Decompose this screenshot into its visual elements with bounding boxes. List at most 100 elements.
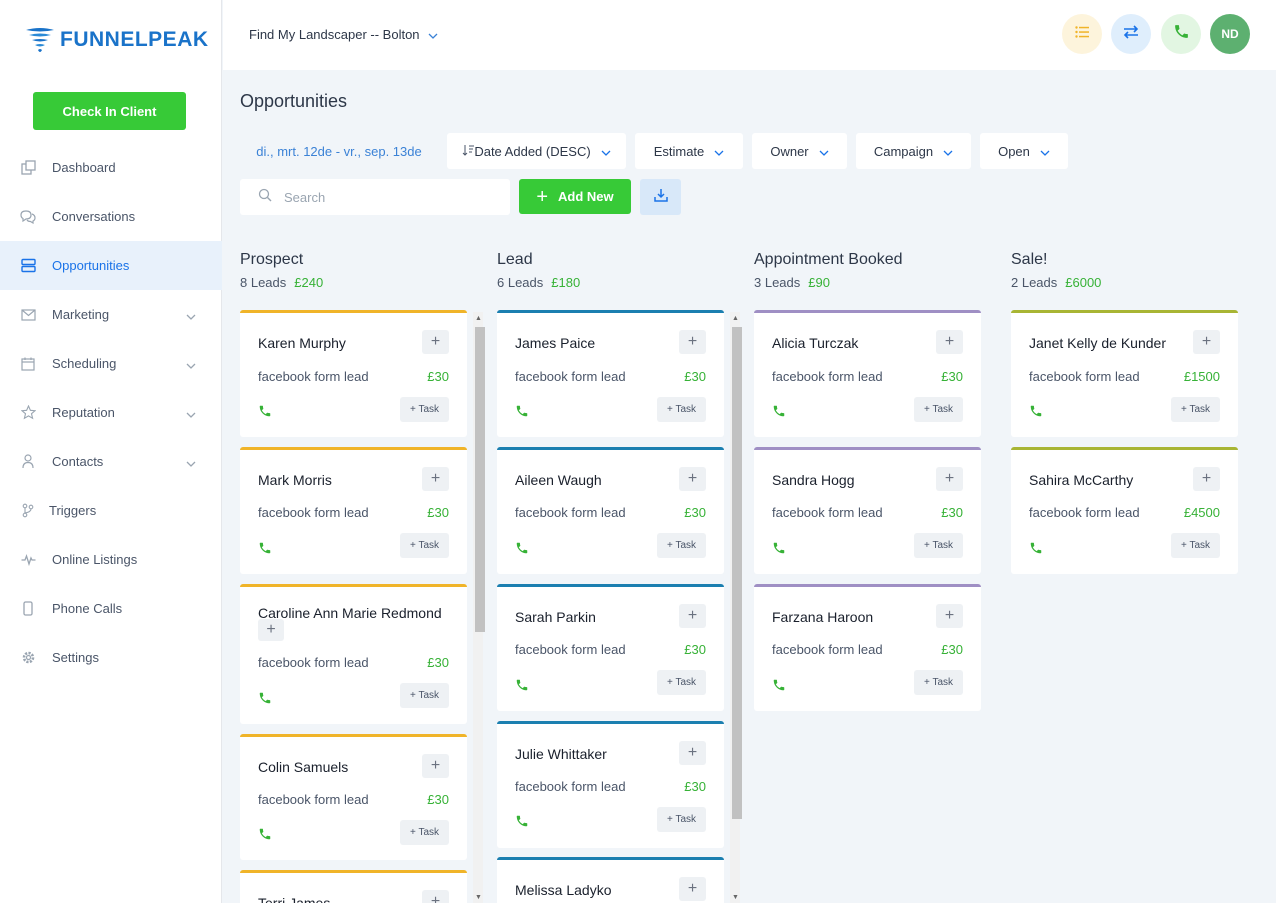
phone-icon[interactable]: [1029, 404, 1043, 418]
scroll-down-icon[interactable]: ▼: [475, 894, 482, 901]
add-button[interactable]: +: [1193, 330, 1220, 354]
contact-name[interactable]: Alicia Turczak: [772, 335, 858, 351]
lead-scrollbar[interactable]: ▲ ▼: [730, 312, 742, 903]
add-task-button[interactable]: + Task: [657, 670, 706, 695]
opportunity-card[interactable]: Farzana Haroon + facebook form lead £30 …: [754, 584, 981, 711]
add-button[interactable]: +: [679, 467, 706, 491]
opportunity-card[interactable]: Sandra Hogg + facebook form lead £30 + T…: [754, 447, 981, 574]
opportunity-card[interactable]: James Paice + facebook form lead £30 + T…: [497, 310, 724, 437]
scroll-thumb[interactable]: [475, 327, 485, 632]
add-task-button[interactable]: + Task: [400, 820, 449, 845]
search-box[interactable]: [240, 179, 510, 215]
chevron-down-icon[interactable]: [186, 406, 196, 421]
sidebar-item-marketing[interactable]: Marketing: [0, 290, 222, 339]
add-task-button[interactable]: + Task: [914, 397, 963, 422]
add-button[interactable]: +: [936, 467, 963, 491]
add-button[interactable]: +: [679, 741, 706, 765]
phone-icon[interactable]: [515, 678, 529, 692]
date-range-picker[interactable]: di., mrt. 12de - vr., sep. 13de: [240, 133, 438, 169]
sidebar-item-online-listings[interactable]: Online Listings: [0, 535, 222, 584]
sort-dropdown[interactable]: Date Added (DESC): [447, 133, 626, 169]
location-switcher[interactable]: Find My Landscaper -- Bolton: [249, 27, 438, 42]
opportunity-card[interactable]: Julie Whittaker + facebook form lead £30…: [497, 721, 724, 848]
opportunity-card[interactable]: Mark Morris + facebook form lead £30 + T…: [240, 447, 467, 574]
opportunity-card[interactable]: Melissa Ladyko +: [497, 857, 724, 903]
opportunity-card[interactable]: Aileen Waugh + facebook form lead £30 + …: [497, 447, 724, 574]
add-task-button[interactable]: + Task: [914, 670, 963, 695]
phone-icon[interactable]: [258, 827, 272, 841]
opportunity-card[interactable]: Sarah Parkin + facebook form lead £30 + …: [497, 584, 724, 711]
scroll-up-icon[interactable]: ▲: [475, 315, 482, 322]
scroll-down-icon[interactable]: ▼: [732, 894, 739, 901]
add-task-button[interactable]: + Task: [914, 533, 963, 558]
add-button[interactable]: +: [258, 619, 284, 641]
sidebar-item-contacts[interactable]: Contacts: [0, 437, 222, 486]
estimate-filter[interactable]: Estimate: [635, 133, 743, 169]
add-task-button[interactable]: + Task: [657, 807, 706, 832]
add-new-button[interactable]: + Add New: [519, 179, 631, 214]
scroll-up-icon[interactable]: ▲: [732, 315, 739, 322]
chevron-down-icon[interactable]: [186, 455, 196, 470]
contact-name[interactable]: Melissa Ladyko: [515, 882, 612, 898]
sidebar-item-dashboard[interactable]: Dashboard: [0, 143, 222, 192]
contact-name[interactable]: Farzana Haroon: [772, 609, 873, 625]
phone-icon[interactable]: [515, 541, 529, 555]
opportunity-card[interactable]: Terri James +: [240, 870, 467, 903]
funnelpeak-logo[interactable]: FUNNELPEAK: [24, 20, 209, 60]
search-input[interactable]: [284, 189, 484, 205]
phone-icon[interactable]: [1029, 541, 1043, 555]
chevron-down-icon[interactable]: [186, 357, 196, 372]
add-task-button[interactable]: + Task: [400, 533, 449, 558]
phone-icon[interactable]: [258, 691, 272, 705]
add-button[interactable]: +: [422, 890, 449, 903]
contact-name[interactable]: James Paice: [515, 335, 595, 351]
contact-name[interactable]: Terri James: [258, 895, 330, 903]
add-task-button[interactable]: + Task: [1171, 533, 1220, 558]
contact-name[interactable]: Caroline Ann Marie Redmond: [258, 605, 442, 621]
opportunity-card[interactable]: Alicia Turczak + facebook form lead £30 …: [754, 310, 981, 437]
add-button[interactable]: +: [1193, 467, 1220, 491]
sidebar-item-reputation[interactable]: Reputation: [0, 388, 222, 437]
opportunity-card[interactable]: Sahira McCarthy + facebook form lead £45…: [1011, 447, 1238, 574]
task-list-button[interactable]: [1062, 14, 1102, 54]
contact-name[interactable]: Sahira McCarthy: [1029, 472, 1133, 488]
contact-name[interactable]: Karen Murphy: [258, 335, 346, 351]
add-button[interactable]: +: [422, 754, 449, 778]
add-button[interactable]: +: [422, 330, 449, 354]
chevron-down-icon[interactable]: [186, 308, 196, 323]
add-task-button[interactable]: + Task: [400, 397, 449, 422]
phone-icon[interactable]: [772, 678, 786, 692]
opportunity-card[interactable]: Caroline Ann Marie Redmond + facebook fo…: [240, 584, 467, 724]
contact-name[interactable]: Julie Whittaker: [515, 746, 607, 762]
status-filter[interactable]: Open: [980, 133, 1068, 169]
opportunity-card[interactable]: Karen Murphy + facebook form lead £30 + …: [240, 310, 467, 437]
sidebar-item-settings[interactable]: Settings: [0, 633, 222, 682]
add-task-button[interactable]: + Task: [1171, 397, 1220, 422]
sidebar-item-opportunities[interactable]: Opportunities: [0, 241, 222, 290]
campaign-filter[interactable]: Campaign: [856, 133, 971, 169]
sidebar-item-conversations[interactable]: Conversations: [0, 192, 222, 241]
add-button[interactable]: +: [422, 467, 449, 491]
add-button[interactable]: +: [936, 330, 963, 354]
sidebar-item-triggers[interactable]: Triggers: [0, 486, 222, 535]
add-button[interactable]: +: [679, 877, 706, 901]
phone-icon[interactable]: [258, 541, 272, 555]
download-button[interactable]: [640, 179, 681, 215]
add-task-button[interactable]: + Task: [657, 533, 706, 558]
call-button[interactable]: [1161, 14, 1201, 54]
contact-name[interactable]: Colin Samuels: [258, 759, 348, 775]
switch-button[interactable]: [1111, 14, 1151, 54]
phone-icon[interactable]: [515, 404, 529, 418]
phone-icon[interactable]: [772, 404, 786, 418]
phone-icon[interactable]: [258, 404, 272, 418]
owner-filter[interactable]: Owner: [752, 133, 847, 169]
add-task-button[interactable]: + Task: [400, 683, 449, 708]
sidebar-item-phone-calls[interactable]: Phone Calls: [0, 584, 222, 633]
phone-icon[interactable]: [515, 814, 529, 828]
opportunity-card[interactable]: Colin Samuels + facebook form lead £30 +…: [240, 734, 467, 860]
contact-name[interactable]: Janet Kelly de Kunder: [1029, 335, 1166, 351]
opportunity-card[interactable]: Janet Kelly de Kunder + facebook form le…: [1011, 310, 1238, 437]
add-button[interactable]: +: [679, 604, 706, 628]
contact-name[interactable]: Sarah Parkin: [515, 609, 596, 625]
sidebar-item-scheduling[interactable]: Scheduling: [0, 339, 222, 388]
